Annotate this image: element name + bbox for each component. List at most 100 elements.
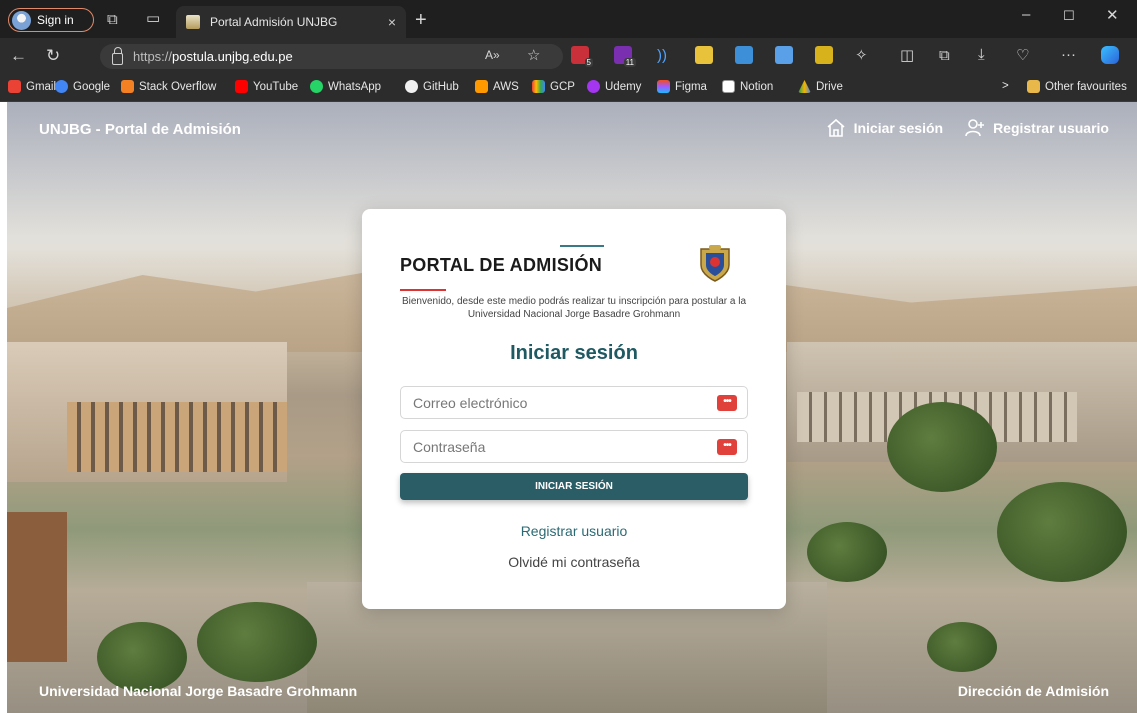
bookmark-whatsapp[interactable]: WhatsApp [310, 80, 381, 93]
bookmark-udemy[interactable]: Udemy [587, 80, 641, 93]
page-brand[interactable]: UNJBG - Portal de Admisión [39, 121, 241, 138]
minimize-icon[interactable]: – [1022, 6, 1030, 23]
register-user-link[interactable]: Registrar usuario [362, 523, 786, 539]
add-user-icon [965, 119, 985, 137]
docs-extension-icon[interactable] [775, 46, 793, 64]
tab-actions-icon[interactable]: ▭ [146, 11, 160, 26]
translate-extension-icon[interactable] [735, 46, 753, 64]
tree [197, 602, 317, 682]
figma-icon [657, 80, 670, 93]
calendar-extension-icon[interactable]: 5 [571, 46, 593, 67]
home-extension-icon[interactable]: 11 [614, 46, 636, 67]
bookmark-gmail[interactable]: Gmail [8, 80, 56, 93]
home-icon [827, 118, 845, 137]
health-icon[interactable]: ♡ [1016, 48, 1029, 63]
bookmarks-overflow-chevron[interactable]: > [1002, 80, 1009, 92]
footer-admissions: Dirección de Admisión [957, 683, 1109, 699]
stack-overflow-icon [121, 80, 134, 93]
email-input[interactable] [413, 394, 717, 411]
nav-login-link[interactable]: Iniciar sesión [826, 118, 943, 138]
extensions-puzzle-icon[interactable]: ✧ [855, 48, 868, 63]
bookmark-google[interactable]: Google [55, 80, 110, 93]
bookmark-github[interactable]: GitHub [405, 80, 459, 93]
bookmarks-bar: Gmail Google Stack Overflow YouTube What… [0, 74, 1137, 102]
notion-icon [722, 80, 735, 93]
refresh-icon[interactable]: ↻ [46, 47, 60, 64]
new-tab-icon[interactable]: + [415, 9, 427, 32]
login-heading: Iniciar sesión [510, 342, 638, 364]
password-manager-icon[interactable]: ••• [717, 394, 737, 411]
bookmark-label: GitHub [423, 80, 459, 93]
downloads-icon[interactable]: ⤓ [978, 47, 985, 62]
tab-title: Portal Admisión UNJBG [210, 15, 338, 29]
bookmark-label: Other favourites [1045, 80, 1127, 93]
bookmark-notion[interactable]: Notion [722, 80, 773, 93]
profile-signin-button[interactable]: Sign in [8, 8, 94, 32]
bookmark-label: GCP [550, 80, 575, 93]
bookmark-label: Figma [675, 80, 707, 93]
bookmark-label: Gmail [26, 80, 57, 93]
login-submit-button[interactable]: INICIAR SESIÓN [400, 473, 748, 500]
bookmark-gcp[interactable]: GCP [532, 80, 575, 93]
password-field[interactable]: ••• [400, 430, 748, 463]
unjbg-favicon-icon [186, 15, 200, 29]
bookmark-label: YouTube [253, 80, 299, 93]
aws-icon [475, 80, 488, 93]
split-screen-icon[interactable]: ◫ [900, 48, 914, 63]
read-aloud-icon[interactable]: A» [485, 49, 500, 61]
bookmark-youtube[interactable]: YouTube [235, 80, 298, 93]
folder-icon [1027, 80, 1040, 93]
email-field[interactable]: ••• [400, 386, 748, 419]
github-icon [405, 80, 418, 93]
bookmark-drive[interactable]: Drive [798, 80, 843, 93]
url-text: https://postula.unjbg.edu.pe [133, 49, 293, 64]
back-icon[interactable]: ← [10, 47, 27, 64]
whatsapp-icon [310, 80, 323, 93]
nav-login-label: Iniciar sesión [853, 120, 944, 136]
password-input[interactable] [413, 438, 717, 455]
auditorium-building [7, 512, 67, 662]
tree [807, 522, 887, 582]
bookmark-aws[interactable]: AWS [475, 80, 519, 93]
favorite-star-icon[interactable]: ☆ [527, 48, 540, 63]
youtube-icon [235, 80, 248, 93]
card-title-underline [400, 289, 446, 291]
url-host: postula.unjbg.edu.pe [172, 49, 293, 64]
profile-avatar-icon [12, 10, 31, 30]
top-nav: Iniciar sesión Registrar usuario [826, 118, 1109, 138]
bookmark-label: WhatsApp [328, 80, 382, 93]
footer-university-name: Universidad Nacional Jorge Basadre Grohm… [39, 683, 358, 699]
close-window-icon[interactable]: ✕ [1106, 6, 1119, 24]
bookmark-other-favourites[interactable]: Other favourites [1027, 80, 1127, 93]
background-building [67, 402, 287, 472]
signin-label: Sign in [37, 13, 74, 27]
bookmark-label: Udemy [605, 80, 642, 93]
bookmark-label: Google [73, 80, 111, 93]
workspaces-icon[interactable]: ⧉ [107, 12, 118, 27]
card-description: Bienvenido, desde este medio podrás real… [401, 296, 747, 320]
copilot-icon[interactable] [1101, 46, 1119, 64]
lock-icon[interactable] [112, 46, 123, 65]
gmail-icon [8, 80, 21, 93]
password-manager-icon[interactable]: ••• [717, 438, 737, 455]
forgot-password-link[interactable]: Olvidé mi contraseña [362, 554, 786, 570]
maximize-icon[interactable]: ☐ [1063, 8, 1075, 24]
bookmark-figma[interactable]: Figma [657, 80, 707, 93]
extension-badge: 5 [584, 58, 593, 67]
address-bar-row: ← ↻ https://postula.unjbg.edu.pe A» ☆ 5 … [0, 38, 1137, 74]
more-menu-icon[interactable]: ··· [1061, 47, 1076, 62]
collections-icon[interactable]: ⧉ [939, 48, 950, 63]
bookmark-label: Stack Overflow [139, 80, 217, 93]
bookmark-stack-overflow[interactable]: Stack Overflow [121, 80, 216, 93]
audio-extension-icon[interactable]: )) [657, 48, 667, 63]
gcp-icon [532, 80, 545, 93]
grid-extension-icon[interactable] [815, 46, 833, 64]
tab-close-icon[interactable]: × [388, 14, 396, 30]
nav-register-link[interactable]: Registrar usuario [965, 118, 1109, 138]
tab-portal-admision[interactable]: Portal Admisión UNJBG × [176, 6, 406, 38]
browser-titlebar: Sign in ⧉ ▭ Portal Admisión UNJBG × + – … [0, 0, 1137, 38]
nav-register-label: Registrar usuario [993, 120, 1109, 136]
bookmark-label: AWS [493, 80, 519, 93]
chat-extension-icon[interactable] [695, 46, 713, 64]
bookmark-label: Notion [740, 80, 774, 93]
